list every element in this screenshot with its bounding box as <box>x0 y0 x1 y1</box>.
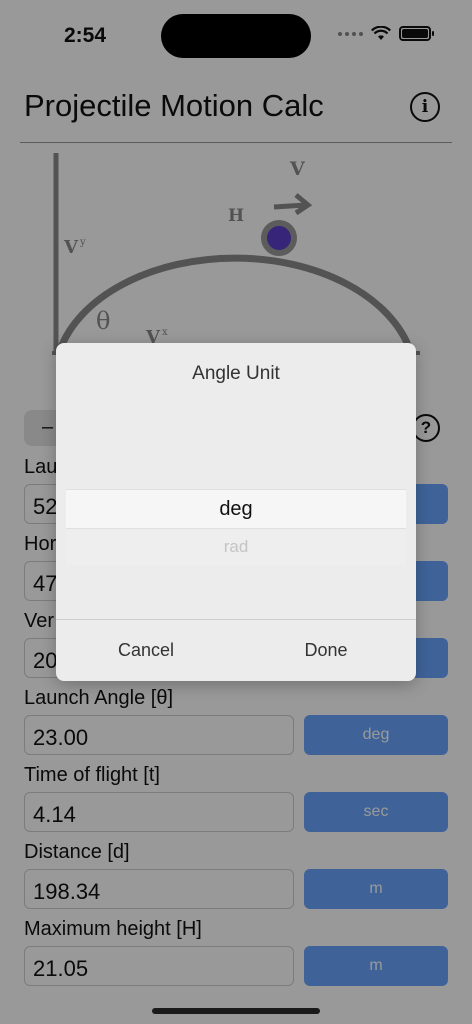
picker-option-deg[interactable]: deg <box>56 498 416 521</box>
cancel-button[interactable]: Cancel <box>96 640 196 661</box>
home-indicator[interactable] <box>152 1008 320 1014</box>
picker-title: Angle Unit <box>192 363 280 384</box>
done-button[interactable]: Done <box>276 640 376 661</box>
angle-unit-picker-dialog: Angle Unit deg rad Cancel Done <box>56 343 416 681</box>
app-screen: 2:54 Projectile Motion Calc i V H V y V … <box>0 0 472 1024</box>
picker-option-rad[interactable]: rad <box>56 537 416 557</box>
picker-button-divider <box>56 619 416 620</box>
